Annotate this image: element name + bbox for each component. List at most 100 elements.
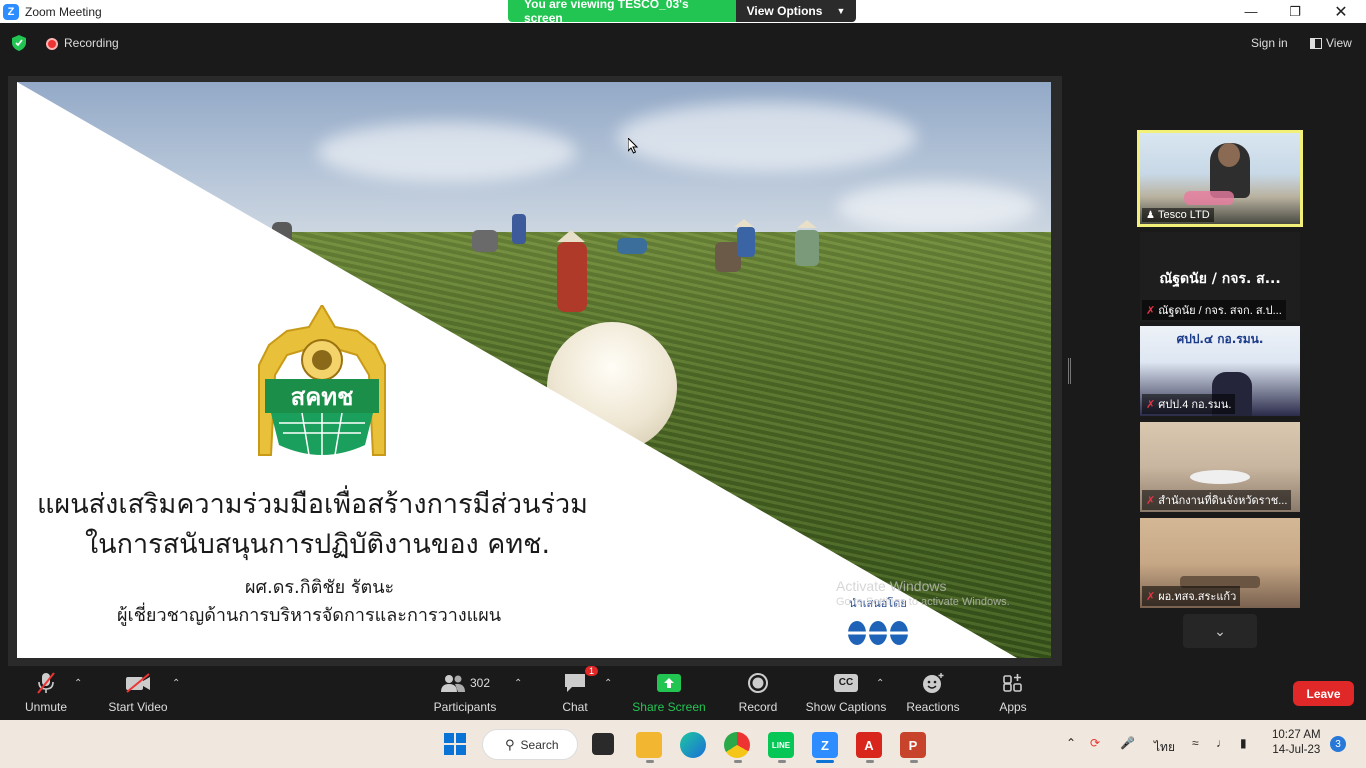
scroll-videos-down-button[interactable]: ⌄ xyxy=(1183,614,1257,648)
chevron-down-icon: ⌄ xyxy=(1214,622,1226,639)
share-screen-button[interactable]: Share Screen xyxy=(632,666,706,720)
presenter-logo xyxy=(847,621,909,645)
reactions-button[interactable]: Reactions xyxy=(904,666,962,720)
start-video-label: Start Video xyxy=(108,700,168,714)
taskbar-clock[interactable]: 10:27 AM 14-Jul-23 xyxy=(1272,728,1321,758)
video-tile-active-speaker[interactable]: ♟ Tesco LTD xyxy=(1137,130,1303,227)
minimize-button[interactable]: — xyxy=(1228,0,1274,23)
slide-white-overlay xyxy=(17,82,1017,658)
video-tile[interactable]: ณัฐดนัย / กจร. ส... ✗ ณัฐดนัย / กจร. สจก… xyxy=(1140,232,1300,322)
share-screen-icon xyxy=(656,670,682,696)
muted-mic-icon: ✗ xyxy=(1146,590,1156,603)
language-indicator[interactable]: ไทย xyxy=(1154,738,1175,757)
active-app-indicator xyxy=(816,760,834,763)
participant-name: ณัฐดนัย / กจร. สจก. ส.ป... xyxy=(1158,305,1282,317)
leave-button[interactable]: Leave xyxy=(1293,681,1354,706)
battery-icon[interactable]: ▮ xyxy=(1240,736,1247,750)
chat-label: Chat xyxy=(562,700,588,714)
edge-browser-icon[interactable] xyxy=(680,732,706,758)
participants-options-caret[interactable]: ⌃ xyxy=(514,678,522,689)
slide-author: ผศ.ดร.กิติชัย รัตนะ xyxy=(245,577,395,598)
video-off-icon xyxy=(124,670,152,696)
running-indicator xyxy=(734,760,742,763)
panel-resize-handle[interactable] xyxy=(1068,358,1071,384)
smiley-icon xyxy=(921,670,945,696)
record-label: Record xyxy=(738,700,778,714)
grid-view-icon xyxy=(1310,37,1322,49)
chat-icon: 1 xyxy=(563,666,599,696)
view-options-button[interactable]: View Options ▼ xyxy=(736,0,856,22)
running-indicator xyxy=(778,760,786,763)
chat-options-caret[interactable]: ⌃ xyxy=(604,678,612,689)
viewing-banner: You are viewing TESCO_03's screen View O… xyxy=(508,0,856,22)
notification-badge[interactable]: 3 xyxy=(1330,736,1346,752)
participant-name-label: ✗ ณัฐดนัย / กจร. สจก. ส.ป... xyxy=(1142,300,1286,320)
activate-windows-watermark: Activate Windows xyxy=(836,578,947,594)
sign-in-link[interactable]: Sign in xyxy=(1251,36,1288,50)
wifi-icon[interactable]: ≈ xyxy=(1192,736,1199,750)
shield-icon[interactable] xyxy=(12,35,26,51)
participants-label: Participants xyxy=(433,700,497,714)
close-button[interactable]: ✕ xyxy=(1318,0,1364,23)
chevron-down-icon: ▼ xyxy=(836,6,846,16)
activate-windows-hint: Go to Settings to activate Windows. xyxy=(836,596,1010,608)
share-screen-label: Share Screen xyxy=(632,700,706,714)
chat-badge: 1 xyxy=(585,666,599,676)
speaker-head xyxy=(1218,143,1240,167)
powerpoint-icon[interactable]: P xyxy=(900,732,926,758)
acrobat-icon[interactable]: A xyxy=(856,732,882,758)
muted-mic-icon xyxy=(35,670,57,696)
microphone-icon[interactable]: 🎤 xyxy=(1120,736,1135,750)
video-tile[interactable]: ✗ ผอ.ทสจ.สระแก้ว xyxy=(1140,518,1300,608)
search-icon: ⚲ xyxy=(505,736,515,752)
video-banner-text: ศปป.๔ กอ.รมน. xyxy=(1176,332,1264,346)
volume-icon[interactable]: ♩ xyxy=(1216,736,1228,750)
captions-options-caret[interactable]: ⌃ xyxy=(876,678,884,689)
video-tile[interactable]: ✗ สำนักงานที่ดินจังหวัดราช... xyxy=(1140,422,1300,512)
captions-icon: CC xyxy=(834,670,858,696)
participant-name: ผอ.ทสจ.สระแก้ว xyxy=(1158,591,1237,603)
record-button[interactable]: Record xyxy=(736,666,780,720)
video-tile[interactable]: ศปป.๔ กอ.รมน. ✗ ศปป.4 กอ.รมน. xyxy=(1140,326,1300,416)
apps-button[interactable]: Apps xyxy=(994,666,1032,720)
running-indicator xyxy=(866,760,874,763)
participant-name-label: ✗ ผอ.ทสจ.สระแก้ว xyxy=(1142,586,1241,606)
task-view-icon[interactable] xyxy=(592,733,614,755)
participants-button[interactable]: 302 Participants xyxy=(430,666,500,720)
recording-label: Recording xyxy=(64,36,119,50)
zoom-app-icon: Z xyxy=(3,3,19,20)
view-label: View xyxy=(1326,36,1352,50)
clock-time: 10:27 AM xyxy=(1272,729,1321,741)
show-captions-label: Show Captions xyxy=(805,700,887,714)
flowers xyxy=(1184,191,1234,205)
audio-options-caret[interactable]: ⌃ xyxy=(74,678,82,689)
chrome-browser-icon[interactable] xyxy=(724,732,750,758)
presentation-slide[interactable]: สคทช แผนส่งเสริมความร่วมมือเพื่อสร้างการ… xyxy=(17,82,1051,658)
unmute-label: Unmute xyxy=(24,700,68,714)
record-icon xyxy=(747,670,769,696)
line-app-icon[interactable]: LINE xyxy=(768,732,794,758)
view-button[interactable]: View xyxy=(1310,36,1352,50)
windows-start-icon[interactable] xyxy=(443,732,467,761)
tray-chevron-icon[interactable]: ⌃ xyxy=(1066,736,1076,750)
zoom-taskbar-icon[interactable]: Z xyxy=(812,732,838,758)
participants-icon: 302 xyxy=(440,670,490,696)
clock-date: 14-Jul-23 xyxy=(1272,744,1321,756)
video-options-caret[interactable]: ⌃ xyxy=(172,678,180,689)
taskbar-search[interactable]: ⚲ Search xyxy=(482,729,578,760)
chat-button[interactable]: 1 Chat xyxy=(556,666,599,720)
muted-mic-icon: ✗ xyxy=(1146,398,1156,411)
unmute-button[interactable]: Unmute xyxy=(20,666,72,720)
start-video-button[interactable]: Start Video xyxy=(104,666,172,720)
participant-name: Tesco LTD xyxy=(1157,209,1210,221)
reactions-label: Reactions xyxy=(906,700,960,714)
file-explorer-icon[interactable] xyxy=(636,732,662,758)
participant-name: สำนักงานที่ดินจังหวัดราช... xyxy=(1158,495,1288,507)
show-captions-button[interactable]: CC Show Captions xyxy=(804,666,888,720)
muted-mic-icon: ✗ xyxy=(1146,304,1156,317)
sync-icon[interactable]: ⟳ xyxy=(1090,736,1100,750)
logo-text: สคทช xyxy=(291,383,354,411)
apps-icon xyxy=(1002,670,1024,696)
maximize-button[interactable]: ❐ xyxy=(1272,0,1318,23)
recording-icon xyxy=(46,38,58,50)
